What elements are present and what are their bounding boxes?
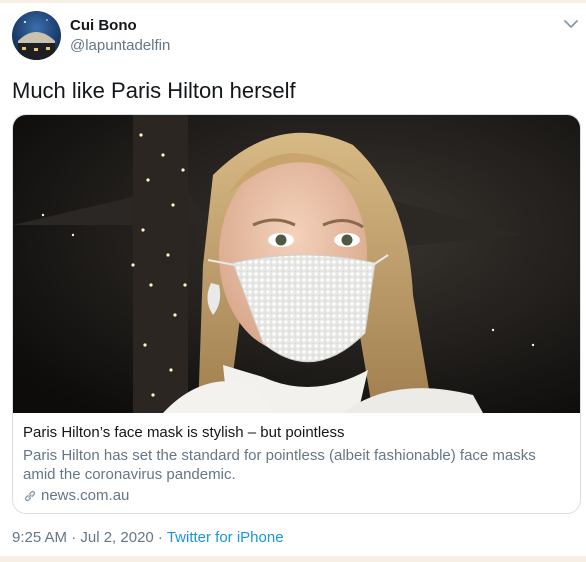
link-card[interactable]: Paris Hilton’s face mask is stylish – bu…: [12, 114, 581, 514]
card-description: Paris Hilton has set the standard for po…: [23, 447, 536, 483]
chevron-down-icon[interactable]: [563, 17, 579, 29]
timestamp[interactable]: 9:25 AM · Jul 2, 2020: [12, 529, 154, 546]
link-icon: [24, 490, 36, 501]
tweet-text: Much like Paris Hilton herself: [12, 78, 296, 103]
author-handle[interactable]: @lapuntadelfin: [70, 37, 170, 54]
footer-separator: ·: [153, 529, 167, 546]
tweet-footer: 9:25 AM · Jul 2, 2020 · Twitter for iPho…: [12, 529, 284, 546]
card-domain[interactable]: news.com.au: [23, 487, 129, 504]
card-title: Paris Hilton’s face mask is stylish – bu…: [23, 424, 345, 441]
source-link[interactable]: Twitter for iPhone: [167, 529, 284, 546]
tweet: Cui Bono @lapuntadelfin Much like Paris …: [0, 3, 586, 556]
card-image[interactable]: [13, 115, 580, 413]
card-domain-text: news.com.au: [41, 487, 130, 504]
author-display-name[interactable]: Cui Bono: [70, 17, 137, 34]
avatar[interactable]: [12, 11, 61, 60]
